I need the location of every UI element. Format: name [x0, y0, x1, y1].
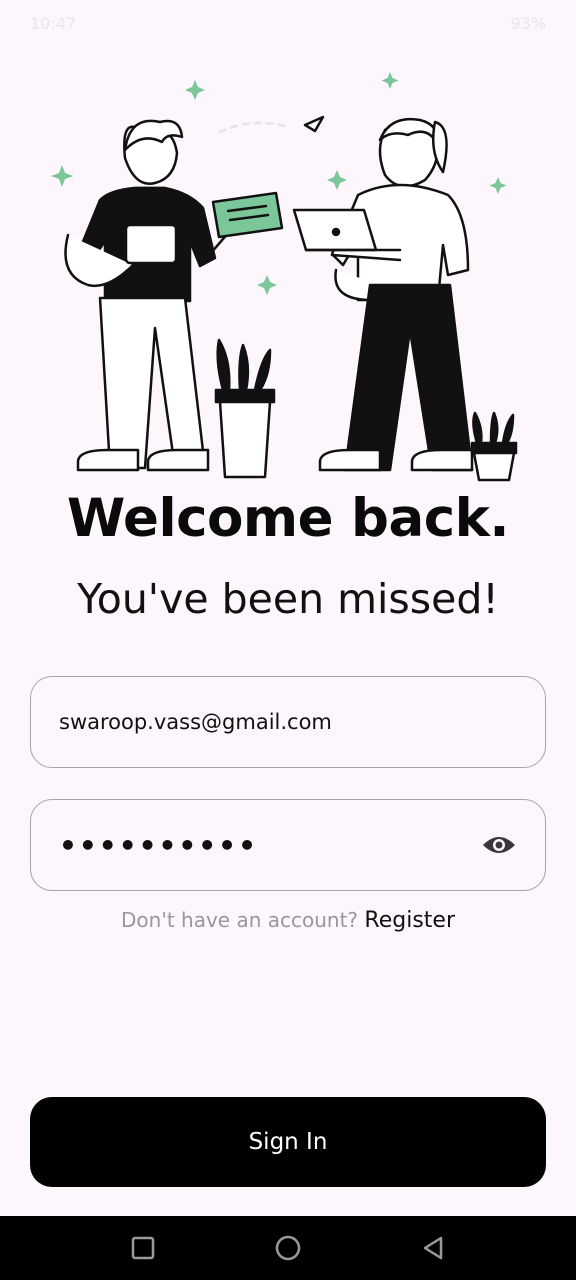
status-time: 10:47: [30, 13, 77, 33]
page-title: Welcome back.: [66, 488, 510, 549]
login-screen: 10:47 93% Welcome back. You've been miss…: [0, 0, 576, 1280]
register-link[interactable]: Register: [364, 908, 455, 933]
register-row: Don't have an account? Register: [0, 908, 576, 933]
status-bar: 10:47 93%: [0, 0, 576, 46]
email-input[interactable]: [59, 710, 517, 734]
plant-pot: [214, 338, 276, 479]
email-field[interactable]: [30, 676, 546, 768]
man-figure: [64, 119, 237, 472]
triangle-back-icon[interactable]: [413, 1228, 453, 1268]
battery-level: 93%: [510, 13, 546, 33]
square-icon[interactable]: [123, 1228, 163, 1268]
password-input[interactable]: ••••••••••: [59, 829, 481, 862]
register-prompt: Don't have an account?: [121, 908, 359, 932]
password-field[interactable]: ••••••••••: [30, 799, 546, 891]
woman-figure: [318, 117, 474, 472]
circle-icon[interactable]: [268, 1228, 308, 1268]
small-plant-pot: [470, 411, 518, 482]
eye-icon[interactable]: [481, 827, 517, 863]
welcome-illustration: [51, 72, 518, 482]
navigation-bar: [0, 1216, 576, 1280]
page-subtitle: You've been missed!: [77, 575, 499, 623]
sign-in-button[interactable]: Sign In: [30, 1097, 546, 1187]
